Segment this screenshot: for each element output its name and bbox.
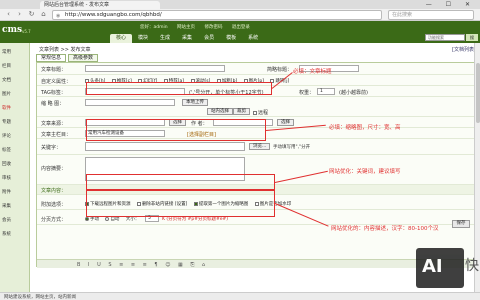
sidebar-item[interactable]: 文档 <box>2 77 28 83</box>
sidebar-item[interactable]: 图片 <box>2 91 28 97</box>
top-links: 您好：admin 网站主页 修改密码 退出登录 <box>140 24 258 30</box>
sidebar-item[interactable]: 软件 <box>2 105 28 111</box>
keywords-row: 关键字： 浏览... 手动填写用","分开 <box>37 139 477 155</box>
sidebar-item[interactable]: 采集 <box>2 203 28 209</box>
refresh-icon[interactable]: ↻ <box>27 10 36 19</box>
sidebar: 常用 栏目 文档 图片 软件 专题 评论 标签 回收 审核 附件 采集 会员 系… <box>0 43 30 300</box>
page-manual[interactable]: 手动 <box>85 216 99 222</box>
annotation-thumb: 必填：缩略图，尺寸：宽、高 <box>329 125 401 131</box>
thumb-row: 缩 略 图： 本地上传 站内选择 裁剪 远程 <box>37 97 477 117</box>
attach-label: 附加选项： <box>41 202 67 208</box>
top-link-logout[interactable]: 退出登录 <box>232 25 250 30</box>
thumb-input[interactable] <box>85 99 175 106</box>
nav-tab-template[interactable]: 模板 <box>220 34 242 43</box>
nav-tab-module[interactable]: 模块 <box>132 34 154 43</box>
browser-titlebar: 网站后台管理系统 - 发布文章 — ☐ ✕ <box>0 0 480 9</box>
quick-search-button[interactable]: 搜 <box>466 34 478 41</box>
nav-tab-system[interactable]: 系统 <box>242 34 264 43</box>
page-auto[interactable]: 自动 <box>105 216 119 222</box>
summary-highlight-box <box>86 190 275 217</box>
sidebar-item[interactable]: 审核 <box>2 175 28 181</box>
weight-hint: (越小越靠前) <box>339 90 368 96</box>
annotation-title: 必填：文章标题 <box>293 69 332 75</box>
url-text: http://www.sdguangbo.com/qbhbd/ <box>65 12 162 18</box>
sidebar-item[interactable]: 评论 <box>2 133 28 139</box>
editor-toolbar: B I U S ≡ ≡ ≡ ¶ ☺ ▦ ⎘ ⌂ <box>37 259 477 268</box>
cms-version: v5.7 <box>22 29 31 34</box>
top-link-user: 您好：admin <box>140 25 168 30</box>
upload-button[interactable]: 本地上传 <box>182 99 208 106</box>
column-label: 文章主栏目： <box>41 132 72 138</box>
sidebar-item[interactable]: 常用 <box>2 49 28 55</box>
status-text: 网站建设系统，网站主页，站内新闻 <box>4 295 76 300</box>
keywords-highlight-box <box>86 174 275 190</box>
sidebar-item[interactable]: 标签 <box>2 147 28 153</box>
scrollbar-thumb[interactable] <box>476 63 480 123</box>
attr-label: 自定义属性： <box>41 79 72 85</box>
browser-search-input[interactable]: 在此搜索 <box>388 10 474 20</box>
crop-button[interactable]: 裁剪 <box>233 108 250 115</box>
summary-label: 内容摘要： <box>41 166 67 172</box>
short-title-label: 简略标题： <box>267 67 293 73</box>
sidebar-item[interactable]: 系统 <box>2 231 28 237</box>
breadcrumb: 文章列表 >> 发布文章 <box>39 47 91 53</box>
thumb-highlight-box <box>86 119 266 141</box>
title-row: 文章标题： 简略标题： <box>37 63 477 75</box>
annotation-summary: 网站优化的：内容描述，汉字：80-100个汉 <box>331 226 439 232</box>
top-link-password[interactable]: 修改密码 <box>204 25 222 30</box>
sidebar-item[interactable]: 会员 <box>2 217 28 223</box>
thumb-label: 缩 略 图： <box>41 101 65 107</box>
address-bar: ‹ › ↻ ⌂ ◉ http://www.sdguangbo.com/qbhbd… <box>0 9 480 21</box>
cms-logo: cms <box>2 25 23 35</box>
main-nav: 核心 模块 生成 采集 会员 模板 系统 <box>110 34 264 43</box>
keywords-hint: 手动填写用","分开 <box>273 145 311 150</box>
quick-search-input[interactable]: 功能搜索 <box>425 34 465 41</box>
back-icon[interactable]: ‹ <box>4 10 13 19</box>
sidebar-item[interactable]: 回收 <box>2 161 28 167</box>
status-bar: 网站建设系统，网站主页，站内新闻 <box>0 292 480 300</box>
document-list-link[interactable]: [文档列表] <box>452 46 476 53</box>
nav-tab-generate[interactable]: 生成 <box>154 34 176 43</box>
remote-option[interactable]: 远程 <box>253 109 268 116</box>
window-controls[interactable]: — ☐ ✕ <box>426 1 476 8</box>
tab-general[interactable]: 常规信息 <box>36 54 67 62</box>
sidebar-item[interactable]: 专题 <box>2 119 28 125</box>
page-size-label: 大小： <box>125 217 140 222</box>
url-input[interactable]: ◉ http://www.sdguangbo.com/qbhbd/ <box>52 10 382 20</box>
tag-label: TAG标签： <box>41 90 66 96</box>
weight-input[interactable]: 1 <box>317 88 335 95</box>
nav-tab-collect[interactable]: 采集 <box>176 34 198 43</box>
watermark-side-text: 快 <box>465 258 479 274</box>
watermark-logo: AI <box>416 248 464 288</box>
title-label: 文章标题： <box>41 67 67 73</box>
cms-header: cms v5.7 您好：admin 网站主页 修改密码 退出登录 核心 模块 生… <box>0 21 480 43</box>
content-label: 文章内容： <box>41 188 67 194</box>
annotation-keywords: 网站优化：关键词，建议填写 <box>329 169 401 175</box>
title-input[interactable] <box>85 65 225 72</box>
sidebar-item[interactable]: 栏目 <box>2 63 28 69</box>
keywords-browse-button[interactable]: 浏览... <box>249 143 271 150</box>
forward-icon[interactable]: › <box>15 10 24 19</box>
page-label: 分页方式： <box>41 217 67 223</box>
home-icon[interactable]: ⌂ <box>39 10 48 19</box>
top-link-home[interactable]: 网站主页 <box>177 25 195 30</box>
nav-tab-member[interactable]: 会员 <box>198 34 220 43</box>
select-image-button[interactable]: 站内选择 <box>207 108 233 115</box>
watermark-text: AI <box>422 256 443 277</box>
browser-tab[interactable]: 网站后台管理系统 - 发布文章 <box>40 1 160 9</box>
source-label: 文章来源： <box>41 121 67 127</box>
sidebar-item[interactable]: 附件 <box>2 189 28 195</box>
editor-toolbar-icons[interactable]: B I U S ≡ ≡ ≡ ¶ ☺ ▦ ⎘ ⌂ <box>77 262 208 268</box>
title-highlight-box <box>86 82 272 95</box>
weight-label: 权重： <box>299 90 315 96</box>
tab-advanced[interactable]: 高级参数 <box>68 54 99 62</box>
main-area: 文章列表 >> 发布文章 [文档列表] 常规信息 高级参数 文章标题： 简略标题… <box>31 43 480 300</box>
keywords-label: 关键字： <box>41 145 62 151</box>
page-icon: ◉ <box>56 13 61 19</box>
keywords-input[interactable] <box>85 142 245 151</box>
author-select-button[interactable]: 选择 <box>277 119 294 126</box>
nav-tab-core[interactable]: 核心 <box>110 34 133 43</box>
form-tabs: 常规信息 高级参数 <box>36 54 100 62</box>
save-button[interactable]: 保存 <box>452 220 470 228</box>
